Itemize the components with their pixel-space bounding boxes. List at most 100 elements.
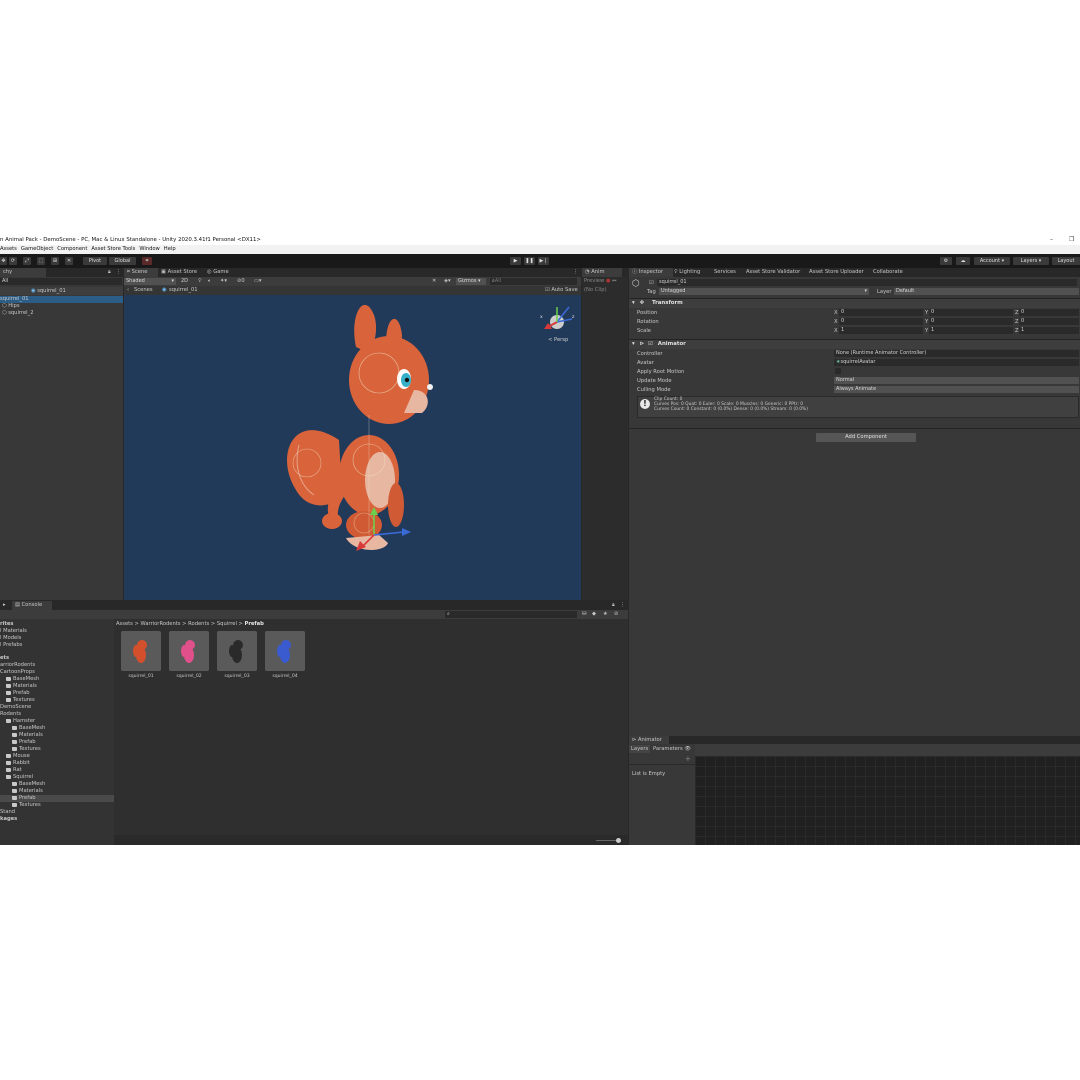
preview-toggle[interactable]: Preview ● ⏮ bbox=[584, 278, 617, 285]
mode-2d-toggle[interactable]: 2D bbox=[179, 278, 193, 285]
minimize-icon[interactable]: – bbox=[1050, 235, 1053, 245]
folder-tree-item[interactable]: Squirrel bbox=[0, 774, 120, 781]
tab-game[interactable]: ◎ Game bbox=[204, 268, 240, 277]
hidden-packages-icon[interactable]: ⊘ bbox=[614, 611, 618, 617]
folder-tree-item[interactable]: Textures bbox=[0, 746, 126, 753]
update-mode-dropdown[interactable]: Normal bbox=[834, 377, 1079, 384]
folder-tree-item[interactable]: Materials bbox=[0, 683, 120, 690]
folder-tree-item[interactable]: BaseMesh bbox=[0, 725, 126, 732]
folder-tree-item[interactable]: Hamster bbox=[0, 718, 120, 725]
auto-save-checkbox[interactable]: ☑ Auto Save bbox=[545, 286, 578, 295]
folder-tree-item[interactable]: Stand bbox=[0, 809, 114, 816]
tab-collaborate[interactable]: Collaborate bbox=[870, 268, 912, 277]
tab-asset-store-uploader[interactable]: Asset Store Uploader bbox=[806, 268, 872, 277]
menu-window[interactable]: Window bbox=[139, 246, 159, 252]
menu-help[interactable]: Help bbox=[164, 246, 176, 252]
position-x-field[interactable]: 0 bbox=[839, 309, 923, 316]
persp-toggle[interactable]: < Persp bbox=[548, 337, 568, 343]
squirrel-model[interactable] bbox=[124, 295, 581, 600]
add-parameter-button[interactable]: + bbox=[685, 755, 691, 763]
pause-button[interactable]: ❚❚ bbox=[524, 257, 535, 265]
folder-tree-item[interactable]: DemoScene bbox=[0, 704, 114, 711]
filter-type-icon[interactable]: ⛁ bbox=[582, 611, 586, 617]
hierarchy-search-input[interactable]: All bbox=[0, 278, 122, 285]
scale-z-field[interactable]: 1 bbox=[1019, 327, 1079, 334]
tab-console[interactable]: ▤ Console bbox=[12, 601, 52, 610]
rotation-y-field[interactable]: 0 bbox=[929, 318, 1013, 325]
folder-tree-item[interactable]: ets bbox=[0, 655, 114, 662]
project-search-input[interactable]: ⌕ bbox=[445, 611, 577, 618]
position-y-field[interactable]: 0 bbox=[929, 309, 1013, 316]
lock-icon[interactable]: 🔒︎ bbox=[108, 269, 111, 276]
layout-dropdown[interactable]: Layout bbox=[1052, 257, 1080, 265]
active-checkbox[interactable]: ☑ bbox=[649, 280, 654, 286]
folder-tree-item[interactable]: l Models bbox=[0, 635, 114, 642]
custom-tool-icon[interactable]: ✕ bbox=[65, 257, 73, 265]
folder-tree-item[interactable]: Textures bbox=[0, 802, 126, 809]
step-button[interactable]: ▶❘ bbox=[538, 257, 549, 265]
position-z-field[interactable]: 0 bbox=[1019, 309, 1079, 316]
animator-header[interactable]: ▾ ⊳ ☑ Animator bbox=[629, 339, 1080, 349]
asset-thumbnail[interactable] bbox=[121, 631, 161, 671]
play-button[interactable]: ▶ bbox=[510, 257, 521, 265]
layer-dropdown[interactable]: Default bbox=[894, 288, 1079, 295]
animator-enabled-checkbox[interactable]: ☑ bbox=[648, 341, 653, 347]
avatar-field[interactable]: ★squirrelAvatar bbox=[834, 359, 1079, 366]
maximize-icon[interactable]: ❐ bbox=[1069, 235, 1074, 245]
tab-animation[interactable]: ◔ Anim bbox=[582, 268, 622, 277]
lock-icon[interactable]: 🔒︎ bbox=[612, 602, 615, 609]
hidden-objects-icon[interactable]: ⊘0 bbox=[237, 278, 245, 284]
record-icon[interactable]: ● bbox=[606, 278, 611, 284]
folder-tree-item[interactable]: Rabbit bbox=[0, 760, 120, 767]
tools-icon[interactable]: ✕ bbox=[432, 278, 436, 284]
more-menu-icon[interactable]: ⋮ bbox=[573, 269, 578, 275]
rect-tool-icon[interactable]: ⬚ bbox=[37, 257, 45, 265]
asset-thumbnail[interactable] bbox=[217, 631, 257, 671]
asset-thumbnail[interactable] bbox=[265, 631, 305, 671]
breadcrumb-current[interactable]: squirrel_01 bbox=[169, 286, 198, 295]
zoom-slider-handle[interactable] bbox=[616, 838, 621, 843]
folder-tree-item[interactable]: Rat bbox=[0, 767, 120, 774]
asset-thumbnail[interactable] bbox=[169, 631, 209, 671]
folder-tree-item[interactable]: kages bbox=[0, 816, 114, 823]
rotation-x-field[interactable]: 0 bbox=[839, 318, 923, 325]
folder-tree-item[interactable]: l Materials bbox=[0, 628, 114, 635]
cloud-icon[interactable]: ☁ bbox=[956, 257, 970, 265]
audio-toggle-icon[interactable]: 🔈︎ bbox=[208, 278, 211, 285]
breadcrumb-prefab[interactable]: Prefab bbox=[245, 621, 264, 627]
menu-component[interactable]: Component bbox=[57, 246, 87, 252]
more-menu-icon[interactable]: ⋮ bbox=[620, 602, 625, 608]
tag-dropdown[interactable]: Untagged ▾ bbox=[659, 288, 869, 295]
breadcrumb-back-icon[interactable]: ‹ bbox=[127, 286, 129, 295]
hierarchy-item[interactable]: ⬡ Hips bbox=[2, 303, 20, 310]
parameters-tab[interactable]: Parameters 👁︎ bbox=[653, 745, 691, 753]
hand-tool-icon[interactable]: ✥ bbox=[0, 257, 7, 265]
add-component-button[interactable]: Add Component bbox=[816, 433, 916, 442]
breadcrumb-rodents[interactable]: Rodents bbox=[188, 621, 209, 627]
transform-tool-icon[interactable]: ⊞ bbox=[51, 257, 59, 265]
breadcrumb-scenes[interactable]: Scenes bbox=[134, 286, 153, 295]
scene-header[interactable]: ◉ squirrel_01 bbox=[0, 287, 123, 295]
grid-snap-icon[interactable]: ⌗ bbox=[142, 257, 152, 265]
folder-tree-item[interactable]: Prefab bbox=[0, 690, 120, 697]
controller-field[interactable]: None (Runtime Animator Controller) bbox=[834, 350, 1079, 357]
menu-assets[interactable]: Assets bbox=[0, 246, 17, 252]
rotate-tool-icon[interactable]: ⟳ bbox=[9, 257, 17, 265]
menu-gameobject[interactable]: GameObject bbox=[21, 246, 53, 252]
folder-tree-item[interactable]: Rodents bbox=[0, 711, 114, 718]
object-name-input[interactable]: squirrel_01 bbox=[657, 279, 1077, 286]
tab-services[interactable]: Services bbox=[711, 268, 747, 277]
scale-x-field[interactable]: 1 bbox=[839, 327, 923, 334]
more-menu-icon[interactable]: ⋮ bbox=[116, 269, 121, 275]
folder-tree-item[interactable]: rites bbox=[0, 621, 114, 628]
apply-root-motion-checkbox[interactable] bbox=[835, 368, 841, 374]
folder-tree-item[interactable]: arriorRodents bbox=[0, 662, 114, 669]
culling-mode-dropdown[interactable]: Always Animate bbox=[834, 386, 1079, 393]
folder-tree-item[interactable]: Mouse bbox=[0, 753, 120, 760]
folder-tree-item[interactable]: CartoonProps bbox=[0, 669, 114, 676]
shading-dropdown[interactable]: Shaded ▾ bbox=[124, 278, 176, 285]
global-button[interactable]: Global bbox=[109, 257, 136, 265]
tab-lighting[interactable]: 💡︎ Lighting bbox=[671, 268, 711, 277]
tab-asset-store[interactable]: ▣ Asset Store bbox=[158, 268, 204, 277]
scene-viewport[interactable]: x z < Persp bbox=[124, 295, 581, 600]
